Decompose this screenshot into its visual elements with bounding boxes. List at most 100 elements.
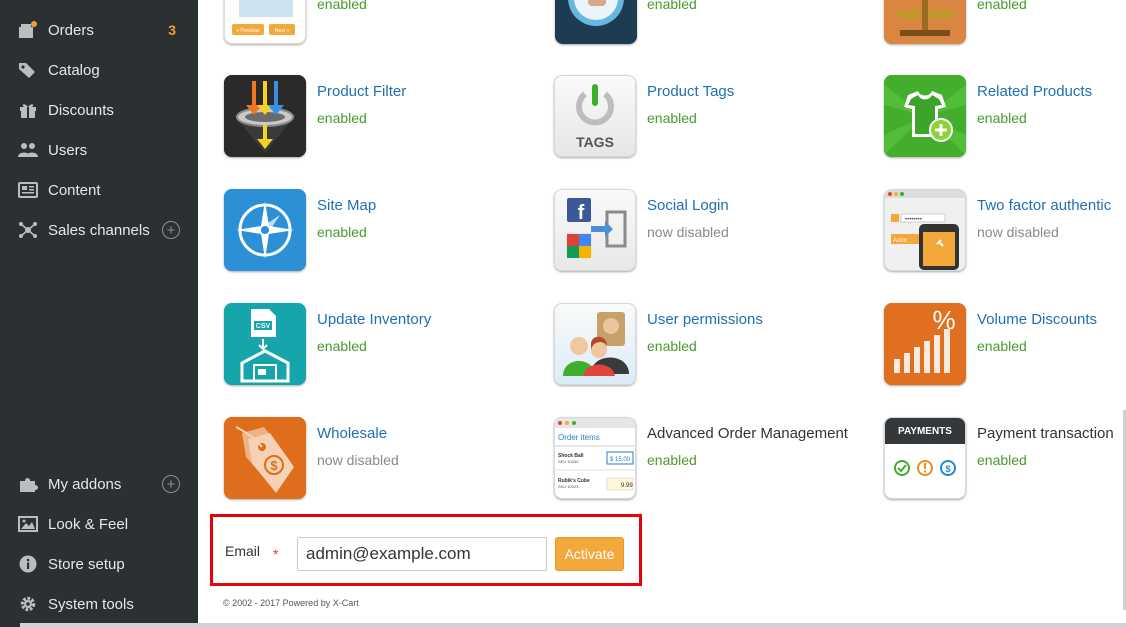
payment-transactions-icon[interactable]: PAYMENTS $ [884, 417, 966, 499]
addon-name[interactable]: Related Products [977, 83, 1092, 100]
order-item1-price: $ 15.00 [610, 457, 631, 463]
autor-text: Autor [893, 238, 907, 244]
addon-status: now disabled [977, 224, 1059, 240]
advanced-order-management-icon[interactable]: Order items Shock Ball SKU 10030 $ 15.00… [554, 417, 636, 499]
order-item1-sku: SKU 10030 [558, 459, 579, 464]
nav-look-feel[interactable]: Look & Feel [0, 504, 198, 544]
product-filter-icon[interactable] [224, 75, 306, 157]
pager-prev-text: « Previous [236, 28, 260, 34]
info-icon [18, 554, 38, 574]
network-icon [18, 220, 38, 240]
addon-name[interactable]: Update Inventory [317, 311, 431, 328]
footer-copyright: © 2002 - 2017 Powered by X-Cart [223, 598, 359, 608]
bottom-border [20, 623, 1126, 627]
addon-status: enabled [647, 110, 697, 126]
update-inventory-icon[interactable]: CSV [224, 303, 306, 385]
puzzle-icon [18, 474, 38, 494]
addon-status: enabled [647, 338, 697, 354]
user-permissions-icon[interactable] [554, 303, 636, 385]
nav-sales-channels-label: Sales channels [48, 221, 150, 239]
image-icon [18, 514, 38, 534]
addon-status: enabled [977, 338, 1027, 354]
order-items-label: Order items [558, 433, 600, 442]
addon-name[interactable]: Site Map [317, 197, 376, 214]
csv-label: CSV [256, 323, 271, 330]
admin-sidebar: Orders 3 Catalog Discounts Users Content… [0, 0, 198, 627]
addon-name[interactable]: Wholesale [317, 425, 387, 442]
nav-orders-label: Orders [48, 21, 94, 39]
nav-catalog-label: Catalog [48, 61, 100, 79]
tags-label: TAGS [576, 134, 614, 150]
nav-content-label: Content [48, 181, 101, 199]
nav-users[interactable]: Users [0, 130, 198, 170]
two-factor-auth-icon[interactable]: •••••••• Autor [884, 189, 966, 271]
svg-text:f: f [578, 202, 585, 224]
addon-status: enabled [977, 0, 1027, 12]
pager-next-text: Next » [275, 28, 290, 34]
nav-system-tools[interactable]: System tools [0, 584, 198, 624]
tag-icon [18, 60, 38, 80]
expand-sales-channels-button[interactable]: + [162, 221, 180, 239]
orders-icon [18, 20, 38, 40]
users-icon [18, 140, 38, 160]
addon-name[interactable]: Advanced Order Management [647, 425, 848, 442]
nav-discounts-label: Discounts [48, 101, 114, 119]
addon-status: enabled [977, 452, 1027, 468]
addon-name[interactable]: Volume Discounts [977, 311, 1097, 328]
related-products-icon[interactable] [884, 75, 966, 157]
percent-symbol: % [932, 305, 955, 335]
addon-status: enabled [977, 110, 1027, 126]
nav-content[interactable]: Content [0, 170, 198, 210]
nav-look-feel-label: Look & Feel [48, 515, 129, 533]
addon-status: now disabled [647, 224, 729, 240]
addon-status: enabled [317, 224, 367, 240]
order-item2-sku: SKU 10023 [558, 484, 579, 489]
nav-orders[interactable]: Orders 3 [0, 10, 198, 50]
addon-status: enabled [647, 452, 697, 468]
content-icon [18, 180, 38, 200]
scales-addon-icon[interactable] [884, 0, 966, 44]
addon-status: enabled [317, 110, 367, 126]
volume-discounts-icon[interactable]: % [884, 303, 966, 385]
activate-button[interactable]: Activate [555, 537, 624, 571]
addon-name[interactable]: User permissions [647, 311, 763, 328]
nav-discounts[interactable]: Discounts [0, 90, 198, 130]
nav-sales-channels[interactable]: Sales channels + [0, 210, 198, 250]
nav-my-addons-label: My addons [48, 475, 122, 493]
site-map-icon[interactable] [224, 189, 306, 271]
nav-system-tools-label: System tools [48, 595, 134, 613]
gear-icon [18, 594, 38, 614]
addon-name[interactable]: Social Login [647, 197, 729, 214]
svg-text:$: $ [270, 458, 278, 473]
addons-list: « Previous Next » enabled enabled enable… [198, 0, 1126, 627]
thumbs-addon-icon[interactable] [555, 0, 637, 44]
addon-name[interactable]: Product Filter [317, 83, 406, 100]
expand-my-addons-button[interactable]: + [162, 475, 180, 493]
nav-store-setup-label: Store setup [48, 555, 125, 573]
nav-users-label: Users [48, 141, 88, 159]
orders-count-badge: 3 [168, 22, 176, 38]
nav-my-addons[interactable]: My addons + [0, 464, 198, 504]
addon-name[interactable]: Product Tags [647, 83, 734, 100]
password-mask-text: •••••••• [905, 217, 922, 223]
addon-name[interactable]: Payment transaction [977, 425, 1114, 442]
addon-status: now disabled [317, 452, 399, 468]
order-item2-price: 9.99 [621, 483, 633, 489]
nav-store-setup[interactable]: Store setup [0, 544, 198, 584]
license-activation-form: Email * Activate [210, 514, 642, 586]
payments-header: PAYMENTS [898, 426, 952, 437]
email-label: Email [225, 543, 261, 559]
pager-addon-icon[interactable]: « Previous Next » [224, 0, 306, 44]
nav-catalog[interactable]: Catalog [0, 50, 198, 90]
social-login-icon[interactable]: f [554, 189, 636, 271]
wholesale-icon[interactable]: $ [224, 417, 306, 499]
product-tags-icon[interactable]: TAGS [554, 75, 636, 157]
addon-status: enabled [647, 0, 697, 12]
svg-text:$: $ [945, 464, 950, 474]
addon-name[interactable]: Two factor authentic [977, 197, 1111, 214]
addon-status: enabled [317, 338, 367, 354]
addon-status: enabled [317, 0, 367, 12]
email-input[interactable] [297, 537, 547, 571]
gift-icon [18, 100, 38, 120]
required-marker: * [273, 546, 279, 562]
